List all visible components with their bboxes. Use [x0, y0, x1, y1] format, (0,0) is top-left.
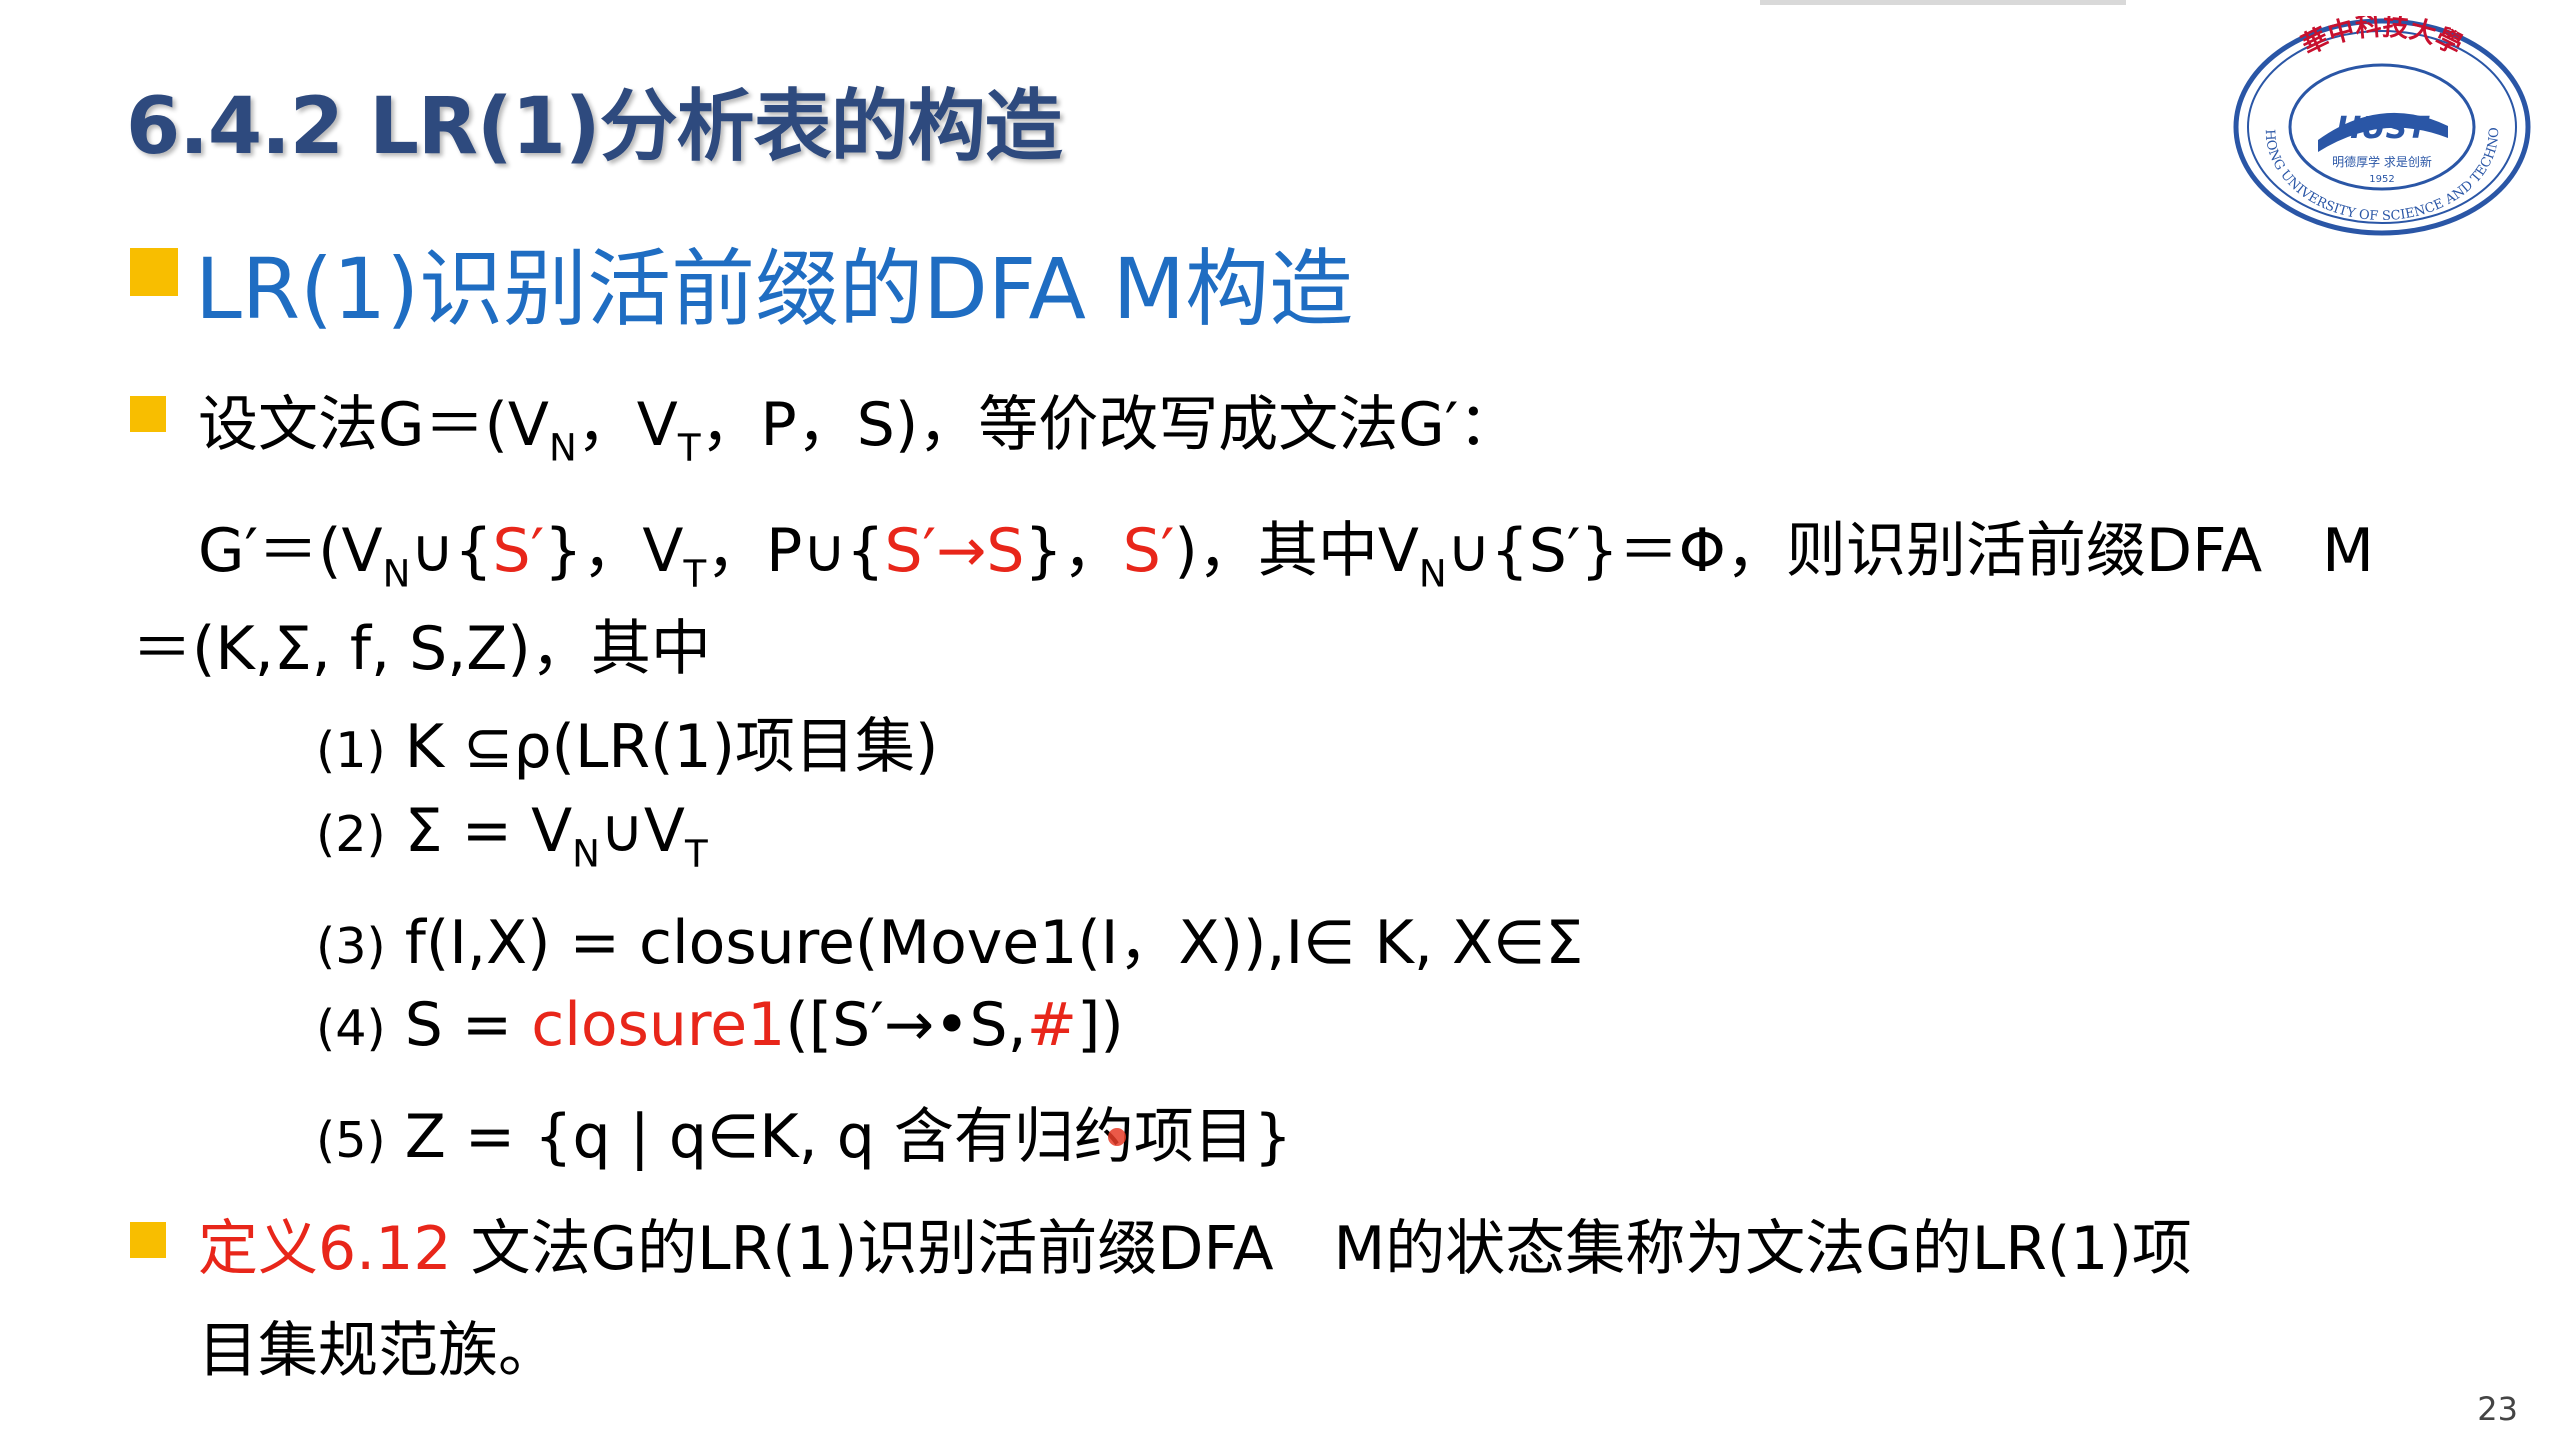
item-3: (3) f(I,X) = closure(Move1(I，X)),I∈ K, X… — [316, 908, 1584, 978]
definition-line-2: 目集规范族。 — [198, 1316, 558, 1386]
augmented-grammar-line: G′＝(VN∪{S′}，VT，P∪{S′→S}，S′)，其中VN∪{S′}＝Φ，… — [198, 516, 2374, 596]
top-edge-bar — [1760, 0, 2126, 5]
section-heading: LR(1)识别活前缀的DFA M构造 — [195, 240, 1354, 338]
grammar-definition-line: 设文法G＝(VN，VT，P，S)，等价改写成文法G′： — [198, 390, 1519, 470]
logo-year: 1952 — [2369, 174, 2394, 185]
logo-center-text: HUST — [2336, 111, 2430, 146]
bullet-square-icon — [130, 248, 178, 296]
item-2: (2) Σ = VN∪VT — [316, 796, 708, 876]
slide-title: 6.4.2 LR(1)分析表的构造 — [126, 82, 1063, 172]
bullet-square-icon — [130, 396, 166, 432]
item-4: (4) S = closure1([S′→•S,#]) — [316, 990, 1124, 1060]
university-logo-icon: 華中科技大學 HUAZHONG UNIVERSITY OF SCIENCE AN… — [2230, 16, 2531, 236]
item-1: (1) K ⊆ρ(LR(1)项目集) — [316, 712, 939, 782]
dfa-tuple-line: ＝(K,Σ, f, S,Z)，其中 — [132, 614, 711, 684]
item-5: (5) Z = {q | q∈K, q 含有归约项目} — [316, 1102, 1293, 1172]
logo-motto: 明德厚学 求是创新 — [2332, 154, 2432, 169]
definition-line-1: 定义6.12 文法G的LR(1)识别活前缀DFA M的状态集称为文法G的LR(1… — [198, 1214, 2192, 1284]
pointer-dot-icon — [1108, 1128, 1126, 1146]
page-number: 23 — [2477, 1390, 2518, 1428]
bullet-square-icon — [130, 1222, 166, 1258]
